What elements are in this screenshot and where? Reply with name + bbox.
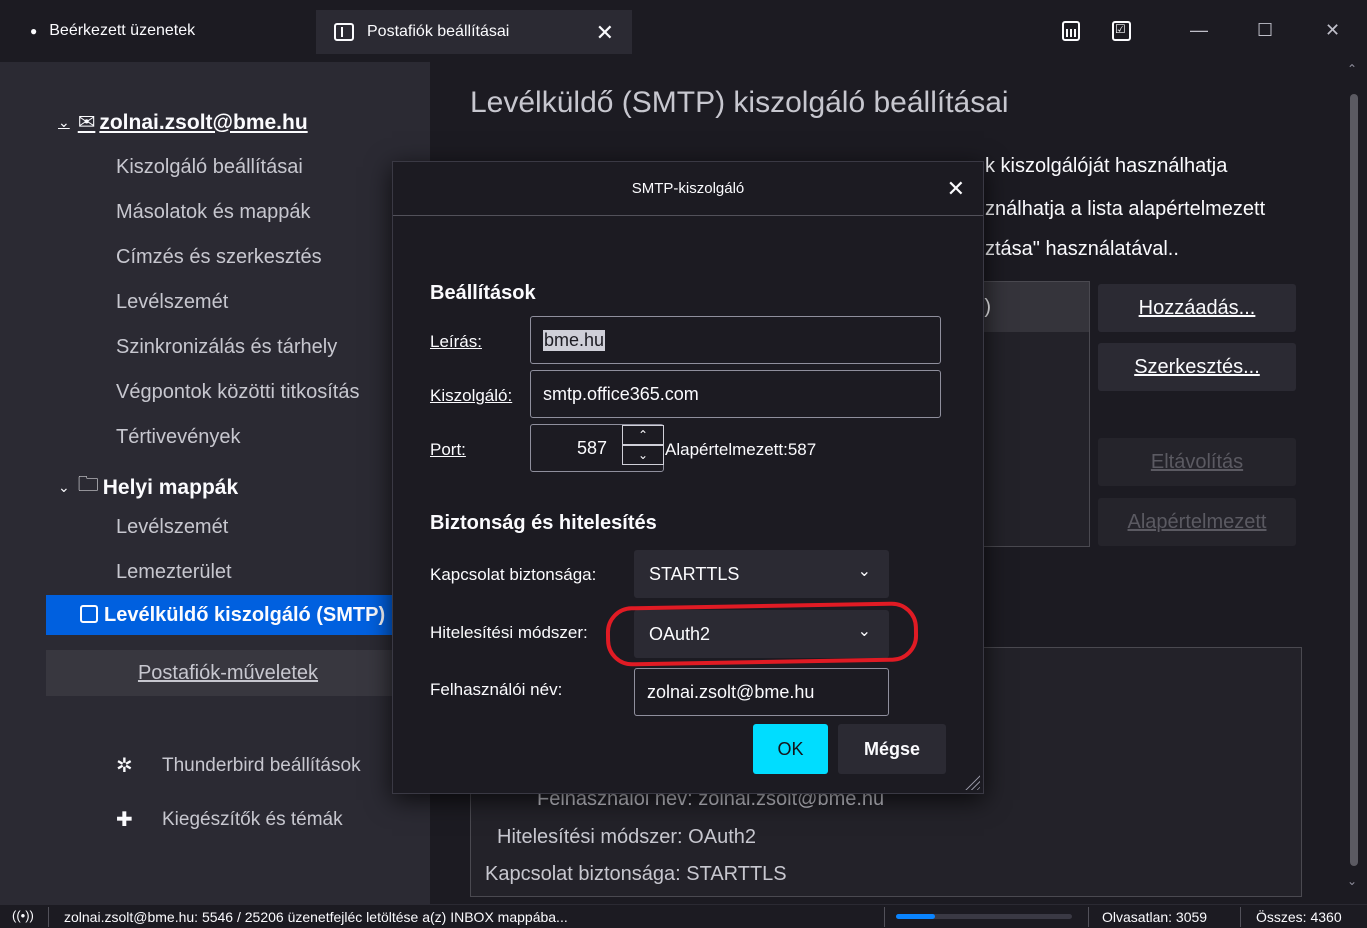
conn-security-label: Kapcsolat biztonsága:: [430, 565, 597, 584]
local-folders-label: Helyi mappák: [102, 475, 239, 499]
username-input[interactable]: zolnai.zsolt@bme.hu: [634, 668, 889, 716]
status-separator: [1240, 907, 1241, 927]
addons-themes-label: Kiegészítők és témák: [162, 808, 343, 830]
status-separator: [884, 907, 885, 927]
tab-inbox[interactable]: ● Beérkezett üzenetek: [30, 22, 195, 40]
username-label: Felhasználói név:: [430, 680, 563, 699]
sidebar-local-folders[interactable]: ⌄ 🗀 Helyi mappák: [58, 470, 238, 505]
description-input[interactable]: bme.hu: [530, 316, 941, 364]
sidebar-item-composition[interactable]: Címzés és szerkesztés: [116, 246, 322, 269]
sidebar-item-junk[interactable]: Levélszemét: [116, 291, 228, 314]
tasks-icon[interactable]: [1112, 21, 1131, 41]
account-email-label: zolnai.zsolt@bme.hu: [99, 110, 308, 134]
resize-grip[interactable]: [962, 772, 980, 790]
status-separator: [1088, 907, 1089, 927]
sidebar-item-e2e-encryption[interactable]: Végpontok közötti titkosítás: [116, 381, 359, 404]
description-line-3: ztása" használatával..: [985, 238, 1179, 260]
sidebar-item-copies-folders[interactable]: Másolatok és mappák: [116, 201, 311, 224]
sidebar-item-smtp-label: Levélküldő kiszolgáló (SMTP): [104, 603, 386, 626]
dialog-title: SMTP-kiszolgáló: [393, 162, 983, 216]
security-heading: Biztonság és hitelesítés: [430, 512, 657, 534]
description-line-2: ználhatja a lista alapértelmezett: [985, 198, 1266, 220]
thunderbird-settings-label: Thunderbird beállítások: [162, 754, 361, 776]
conn-security-select[interactable]: STARTTLS ⌄: [634, 550, 889, 598]
account-settings-sidebar: ⌄ ✉ zolnai.zsolt@bme.hu Kiszolgáló beáll…: [0, 62, 430, 904]
detail-auth-method: Hitelesítési módszer: OAuth2: [497, 826, 756, 848]
scroll-up-icon[interactable]: ⌃: [1347, 62, 1357, 76]
chevron-down-icon: ⌄: [857, 563, 871, 580]
sidebar-item-smtp-selected[interactable]: Levélküldő kiszolgáló (SMTP): [46, 595, 430, 635]
server-input[interactable]: smtp.office365.com: [530, 370, 941, 418]
sidebar-item-server-settings[interactable]: Kiszolgáló beállításai: [116, 156, 303, 179]
outgoing-server-icon: [80, 605, 98, 623]
remove-server-label: Eltávolítás: [1150, 450, 1244, 473]
account-settings-tab-icon: [334, 23, 354, 41]
thunderbird-settings-link[interactable]: ✲ Thunderbird beállítások: [116, 753, 361, 778]
page-title: Levélküldő (SMTP) kiszolgáló beállításai: [470, 86, 1009, 119]
settings-heading: Beállítások: [430, 282, 536, 304]
tab-inbox-label: Beérkezett üzenetek: [49, 22, 196, 39]
calendar-icon[interactable]: [1062, 21, 1080, 41]
smtp-server-dialog: SMTP-kiszolgáló ✕ Beállítások Leírás: bm…: [392, 161, 984, 794]
remove-server-button[interactable]: Eltávolítás: [1098, 438, 1296, 486]
sidebar-item-disk-space[interactable]: Lemezterület: [116, 561, 232, 584]
set-default-label: Alapértelmezett: [1127, 510, 1267, 533]
gear-icon: ✲: [116, 755, 133, 777]
edit-server-button[interactable]: Szerkesztés...: [1098, 343, 1296, 391]
port-up-icon[interactable]: ⌃: [622, 425, 664, 445]
tab-account-settings-label: Postafiók beállításai: [367, 23, 510, 40]
dialog-close-icon[interactable]: ✕: [947, 176, 965, 202]
sidebar-item-sync-storage[interactable]: Szinkronizálás és tárhely: [116, 336, 337, 359]
unread-count: Olvasatlan: 3059: [1102, 909, 1208, 925]
account-actions-button[interactable]: Postafiók-műveletek: [46, 650, 430, 696]
total-count: Összes: 4360: [1256, 909, 1342, 925]
mail-icon: ✉: [77, 111, 96, 134]
smtp-server-list-item-text: ): [984, 296, 991, 318]
description-line-1: k kiszolgálóját használhatja: [985, 155, 1228, 177]
port-label: Port:: [430, 440, 466, 459]
sidebar-item-local-junk[interactable]: Levélszemét: [116, 516, 228, 539]
sidebar-account-email[interactable]: ⌄ ✉ zolnai.zsolt@bme.hu: [58, 110, 308, 135]
tab-bar: ● Beérkezett üzenetek Postafiók beállítá…: [0, 0, 1367, 62]
status-message: zolnai.zsolt@bme.hu: 5546 / 25206 üzenet…: [64, 909, 568, 925]
server-label: Kiszolgáló:: [430, 386, 513, 405]
edit-server-label: Szerkesztés...: [1134, 355, 1260, 378]
port-down-icon[interactable]: ⌄: [622, 445, 664, 465]
detail-conn-security: Kapcsolat biztonsága: STARTTLS: [485, 863, 787, 885]
chevron-down-icon[interactable]: ⌄: [58, 114, 70, 131]
addons-themes-link[interactable]: ✚ Kiegészítők és témák: [116, 807, 343, 832]
puzzle-icon: ✚: [116, 809, 133, 831]
status-bar: ((•)) zolnai.zsolt@bme.hu: 5546 / 25206 …: [0, 904, 1367, 928]
vertical-scrollbar[interactable]: ⌃ ⌄: [1341, 62, 1367, 904]
ok-button[interactable]: OK: [753, 724, 828, 774]
auth-method-label: Hitelesítési módszer:: [430, 623, 588, 642]
description-label: Leírás:: [430, 332, 482, 351]
window-close-button[interactable]: ✕: [1325, 20, 1340, 41]
set-default-button[interactable]: Alapértelmezett: [1098, 498, 1296, 546]
folder-icon: 🗀: [77, 473, 99, 496]
status-separator: [48, 907, 49, 927]
cancel-button[interactable]: Mégse: [838, 724, 946, 774]
add-server-label: Hozzáadás...: [1138, 296, 1256, 319]
download-progress-fill: [896, 914, 935, 919]
online-status-icon[interactable]: ((•)): [12, 908, 34, 923]
scrollbar-thumb[interactable]: [1350, 94, 1358, 866]
add-server-button[interactable]: Hozzáadás...: [1098, 284, 1296, 332]
conn-security-value: STARTTLS: [649, 563, 740, 584]
account-actions-label: Postafiók-műveletek: [137, 661, 319, 684]
tab-close-icon[interactable]: ✕: [596, 20, 614, 46]
port-stepper[interactable]: ⌃ ⌄: [622, 425, 664, 465]
description-input-value: bme.hu: [543, 329, 606, 351]
chevron-down-icon[interactable]: ⌄: [58, 479, 70, 496]
scroll-down-icon[interactable]: ⌄: [1347, 874, 1357, 888]
highlight-annotation-ring: [605, 601, 919, 667]
sidebar-item-receipts[interactable]: Tértivevények: [116, 426, 241, 449]
download-progress-bar: [896, 914, 1072, 919]
minimize-button[interactable]: —: [1190, 20, 1208, 41]
tab-account-settings[interactable]: Postafiók beállításai ✕: [316, 10, 632, 54]
tab-dot-icon: ●: [30, 24, 38, 38]
port-default-text: Alapértelmezett:587: [665, 440, 817, 459]
maximize-button[interactable]: ☐: [1257, 20, 1273, 41]
